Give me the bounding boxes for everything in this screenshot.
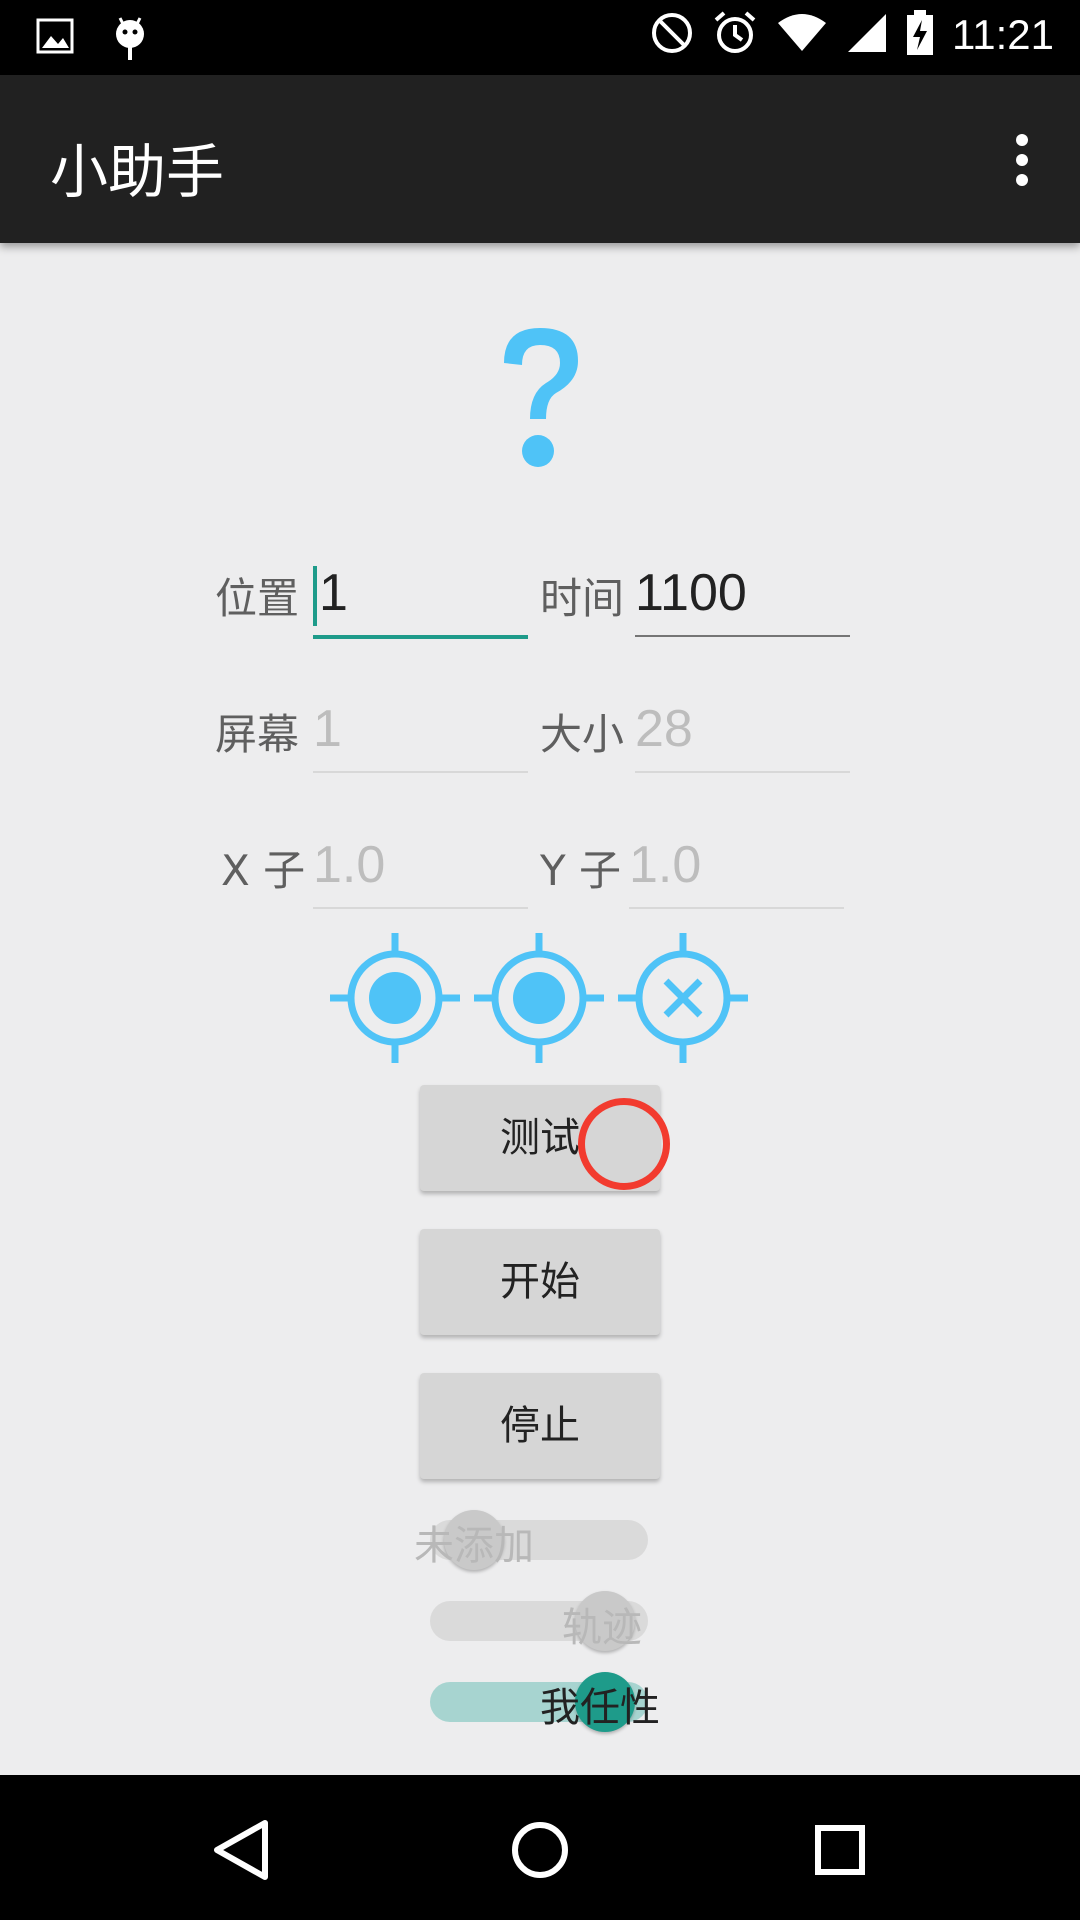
do-not-disturb-icon [650,11,694,59]
signal-icon [846,12,888,58]
willful-label: 我任性 [540,1685,660,1731]
screen-label: 屏幕 [215,710,300,759]
target-selector [330,933,750,1063]
alarm-icon [712,10,758,60]
row-x-y: X 子 1.0 Y 子 1.0 [215,815,855,935]
x-label: X 子 [221,846,306,895]
app-bar: 小助手 [0,75,1080,243]
position-value: 1 [319,564,348,622]
y-label: Y 子 [540,846,622,895]
trajectory-label: 轨迹 [562,1605,642,1651]
screen-placeholder: 1 [313,700,342,758]
row-screen-size: 屏幕 1 大小 28 [215,679,855,799]
back-icon[interactable] [205,1815,275,1885]
target-dot-icon[interactable] [330,933,460,1063]
position-input[interactable]: 1 [313,551,528,639]
wifi-icon [776,13,828,57]
recents-icon[interactable] [805,1815,875,1885]
y-input[interactable]: 1.0 [629,823,844,909]
overflow-menu-icon[interactable] [1002,130,1042,190]
size-label: 大小 [540,710,625,759]
y-placeholder: 1.0 [629,836,702,894]
size-placeholder: 28 [635,700,693,758]
status-bar: 11:21 [0,0,1080,75]
time-input[interactable]: 1100 [635,551,850,637]
target-dot-icon[interactable] [474,933,604,1063]
time-value: 1100 [635,564,747,622]
row-position-time: 位置 1 时间 1100 [215,543,855,663]
target-cross-icon[interactable] [618,933,748,1063]
home-icon[interactable] [505,1815,575,1885]
stop-button[interactable]: 停止 [420,1373,660,1479]
battery-charging-icon [906,10,934,60]
position-label: 位置 [215,574,300,623]
x-placeholder: 1.0 [313,836,386,894]
screen-input[interactable]: 1 [313,687,528,773]
app-title: 小助手 [50,138,225,206]
main-content: 位置 1 时间 1100 屏幕 1 大小 28 X 子 1.0 Y 子 1.0 [0,243,1080,1775]
navigation-bar [0,1775,1080,1920]
text-cursor [313,566,317,627]
status-time: 11:21 [952,11,1054,58]
question-mark-icon [494,323,586,473]
touch-indicator [578,1098,670,1190]
x-input[interactable]: 1.0 [313,823,528,909]
start-button[interactable]: 开始 [420,1229,660,1335]
time-label: 时间 [540,574,625,623]
image-icon [36,16,76,64]
size-input[interactable]: 28 [635,687,850,773]
not-added-label: 未添加 [414,1523,534,1569]
android-debug-icon [112,16,148,64]
